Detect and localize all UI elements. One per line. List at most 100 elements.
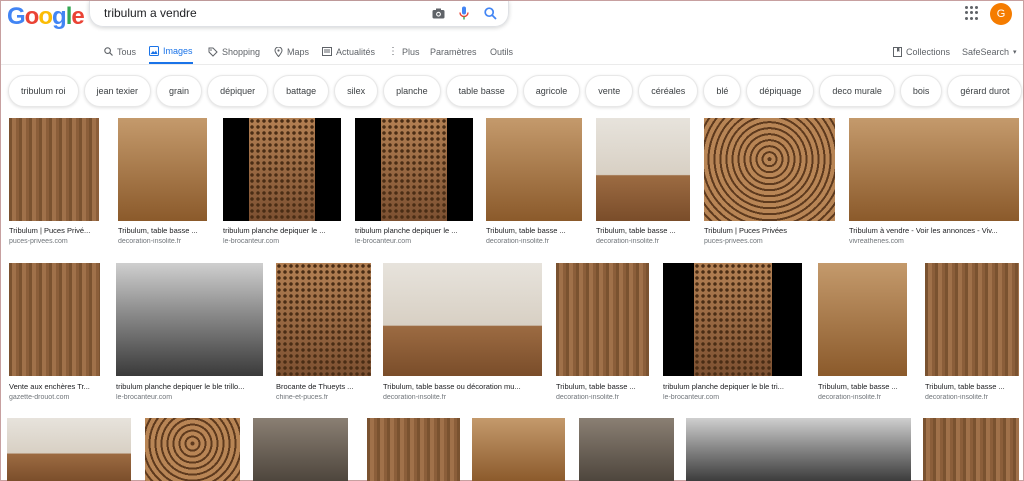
tab-shopping[interactable]: Shopping	[208, 39, 260, 64]
result-title[interactable]: Tribulum, table basse ...	[925, 382, 1019, 391]
related-chip[interactable]: deco murale	[819, 75, 895, 107]
result-thumbnail[interactable]	[486, 118, 582, 221]
related-chip[interactable]: gérard durot	[947, 75, 1023, 107]
result-thumbnail[interactable]	[579, 418, 674, 481]
result-source: decoration-insolite.fr	[118, 238, 182, 245]
result-thumbnail[interactable]	[923, 418, 1019, 481]
related-chip[interactable]: battage	[273, 75, 330, 107]
result-thumbnail[interactable]	[253, 418, 348, 481]
image-result[interactable]	[145, 418, 240, 481]
image-result[interactable]: Tribulum, table basse ... decoration-inso…	[925, 263, 1019, 404]
image-result[interactable]: Tribulum, table basse ... decoration-inso…	[118, 118, 207, 248]
microphone-icon[interactable]	[456, 5, 472, 21]
image-result[interactable]: Tribulum, table basse ... decoration-inso…	[818, 263, 907, 404]
avatar[interactable]: G	[990, 3, 1012, 25]
result-thumbnail[interactable]	[367, 418, 460, 481]
search-input[interactable]: tribulum a vendre	[104, 6, 197, 20]
result-title[interactable]: Tribulum, table basse ...	[486, 226, 582, 235]
result-thumbnail[interactable]	[116, 263, 263, 376]
result-thumbnail[interactable]	[686, 418, 911, 481]
image-result[interactable]	[7, 418, 131, 481]
safesearch-menu[interactable]: SafeSearch ▾	[962, 39, 1017, 64]
related-chip[interactable]: agricole	[522, 75, 581, 107]
image-result[interactable]	[579, 418, 674, 481]
result-title[interactable]: tribulum planche depiquer le ...	[223, 226, 341, 235]
result-thumbnail[interactable]	[596, 118, 690, 221]
result-thumbnail[interactable]	[7, 418, 131, 481]
result-thumbnail[interactable]	[118, 118, 207, 221]
image-result[interactable]	[923, 418, 1019, 481]
tab-news[interactable]: Actualités	[322, 39, 375, 64]
image-result[interactable]	[253, 418, 348, 481]
result-title[interactable]: Tribulum | Puces Privé...	[9, 226, 99, 235]
tab-tools[interactable]: Outils	[490, 39, 513, 64]
tab-all[interactable]: Tous	[104, 39, 136, 64]
result-thumbnail[interactable]	[223, 118, 341, 221]
related-chip[interactable]: bois	[899, 75, 943, 107]
result-title[interactable]: Tribulum, table basse ...	[818, 382, 907, 391]
result-thumbnail[interactable]	[9, 118, 99, 221]
search-box[interactable]: tribulum a vendre	[89, 1, 509, 27]
image-result[interactable]: Tribulum, table basse ... decoration-inso…	[486, 118, 582, 248]
related-chip[interactable]: dépiquer	[207, 75, 269, 107]
camera-icon[interactable]	[430, 5, 446, 21]
related-chip[interactable]: dépiquage	[746, 75, 815, 107]
tab-maps[interactable]: Maps	[274, 39, 309, 64]
result-thumbnail[interactable]	[276, 263, 371, 376]
result-title[interactable]: Tribulum | Puces Privées	[704, 226, 835, 235]
image-result[interactable]: Tribulum, table basse ou décoration mu..…	[383, 263, 542, 404]
tag-icon	[208, 47, 218, 57]
related-chip[interactable]: céréales	[638, 75, 699, 107]
related-chip[interactable]: tribulum roi	[8, 75, 79, 107]
result-thumbnail[interactable]	[556, 263, 649, 376]
image-result[interactable]	[367, 418, 460, 481]
image-result[interactable]: Tribulum, table basse ... decoration-inso…	[556, 263, 649, 404]
result-thumbnail[interactable]	[818, 263, 907, 376]
image-result[interactable]: Vente aux enchères Tr... gazette-drouot.c…	[9, 263, 100, 404]
google-logo[interactable]: Google	[7, 3, 85, 31]
image-result[interactable]: Tribulum, table basse ... decoration-inso…	[596, 118, 690, 248]
result-title[interactable]: Vente aux enchères Tr...	[9, 382, 100, 391]
image-result[interactable]: Brocante de Thueyts ... chine-et-puces.fr	[276, 263, 371, 404]
result-thumbnail[interactable]	[925, 263, 1019, 376]
result-thumbnail[interactable]	[355, 118, 473, 221]
result-title[interactable]: tribulum planche depiquer le ble trillo.…	[116, 382, 263, 391]
image-result[interactable]: tribulum planche depiquer le ble trillo.…	[116, 263, 263, 404]
related-chip[interactable]: blé	[703, 75, 742, 107]
result-thumbnail[interactable]	[472, 418, 565, 481]
result-thumbnail[interactable]	[849, 118, 1019, 221]
collections-link[interactable]: Collections	[893, 39, 950, 64]
result-title[interactable]: Brocante de Thueyts ...	[276, 382, 371, 391]
result-thumbnail[interactable]	[704, 118, 835, 221]
result-title[interactable]: Tribulum à vendre - Voir les annonces - …	[849, 226, 1019, 235]
result-thumbnail[interactable]	[9, 263, 100, 376]
image-result[interactable]: tribulum planche depiquer le ble tri... l…	[663, 263, 802, 404]
image-result[interactable]: Tribulum | Puces Privées puces-privees.co…	[704, 118, 835, 248]
related-chip[interactable]: vente	[585, 75, 634, 107]
search-icon[interactable]	[482, 5, 498, 21]
result-thumbnail[interactable]	[145, 418, 240, 481]
tab-images[interactable]: Images	[149, 39, 193, 64]
related-chip[interactable]: jean texier	[83, 75, 152, 107]
related-chip[interactable]: planche	[383, 75, 441, 107]
result-title[interactable]: Tribulum, table basse ...	[596, 226, 690, 235]
result-title[interactable]: tribulum planche depiquer le ble tri...	[663, 382, 802, 391]
apps-grid-icon[interactable]	[965, 6, 979, 20]
result-title[interactable]: Tribulum, table basse ...	[556, 382, 649, 391]
image-result[interactable]: Tribulum à vendre - Voir les annonces - …	[849, 118, 1019, 248]
image-result[interactable]: tribulum planche depiquer le ... le-broca…	[223, 118, 341, 248]
result-thumbnail[interactable]	[663, 263, 802, 376]
result-thumbnail[interactable]	[383, 263, 542, 376]
related-chip[interactable]: silex	[334, 75, 379, 107]
image-result[interactable]	[472, 418, 565, 481]
result-title[interactable]: Tribulum, table basse ...	[118, 226, 207, 235]
image-result[interactable]: tribulum planche depiquer le ... le-broca…	[355, 118, 473, 248]
result-title[interactable]: tribulum planche depiquer le ...	[355, 226, 473, 235]
related-chip[interactable]: table basse	[445, 75, 518, 107]
tab-settings[interactable]: Paramètres	[430, 39, 477, 64]
related-chip[interactable]: grain	[156, 75, 203, 107]
result-title[interactable]: Tribulum, table basse ou décoration mu..…	[383, 382, 542, 391]
image-result[interactable]	[686, 418, 911, 481]
image-result[interactable]: Tribulum | Puces Privé... puces-privees.c…	[9, 118, 99, 248]
tab-more[interactable]: ⋮ Plus	[388, 39, 420, 64]
